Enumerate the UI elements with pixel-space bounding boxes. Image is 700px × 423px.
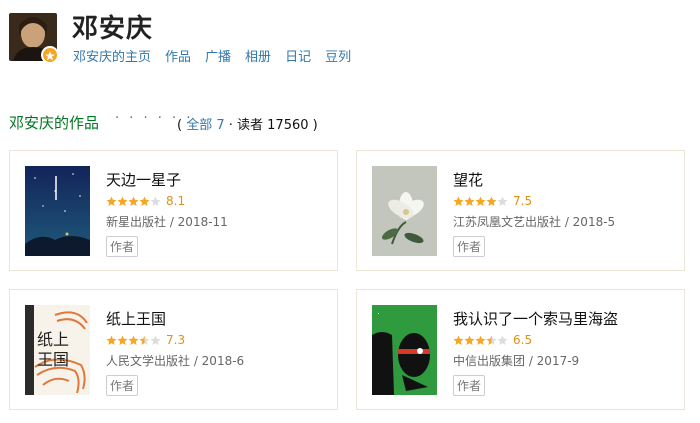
book-publisher-date: 新星出版社 / 2018-11 — [106, 215, 228, 229]
nav-homepage-link[interactable]: 邓安庆的主页 — [73, 46, 151, 65]
nav-broadcast-link[interactable]: 广播 — [205, 46, 231, 65]
paren-open: ( — [177, 118, 187, 133]
book-cover[interactable] — [372, 166, 437, 256]
rating-score: 6.5 — [513, 333, 533, 347]
works-section-title: 邓安庆的作品 — [9, 114, 100, 132]
works-summary: ( 全部 7 · 读者 17560 ) — [177, 114, 318, 133]
book-cover[interactable]: 纸上 王国 — [25, 305, 90, 395]
book-card: 望花 7.5 江苏凤凰文艺出版社 / 2018-5 作者 — [356, 150, 685, 271]
stars-icon — [453, 196, 508, 206]
role-tag: 作者 — [106, 375, 139, 396]
nav-album-link[interactable]: 相册 — [245, 46, 271, 65]
all-works-link[interactable]: 全部 7 — [186, 118, 224, 133]
book-title[interactable]: 我认识了一个索马里海盗 — [453, 308, 618, 329]
cover-title-bottom: 王国 — [37, 350, 69, 369]
rating-score: 7.3 — [166, 333, 186, 347]
star-rating: 6.5 — [453, 333, 532, 347]
book-cover[interactable] — [25, 166, 90, 256]
star-rating: 8.1 — [106, 194, 185, 208]
book-card: 纸上 王国 纸上王国 7.3 人民文学出版社 / 2018-6 作者 — [9, 289, 338, 410]
book-title[interactable]: 纸上王国 — [106, 308, 166, 329]
book-publisher-date: 人民文学出版社 / 2018-6 — [106, 354, 245, 368]
author-name: 邓安庆 — [72, 14, 154, 44]
star-rating: 7.5 — [453, 194, 532, 208]
nav-doulist-link[interactable]: 豆列 — [325, 46, 351, 65]
book-cover[interactable] — [372, 305, 437, 395]
book-title[interactable]: 望花 — [453, 169, 483, 190]
book-card: 天边一星子 8.1 新星出版社 / 2018-11 作者 — [9, 150, 338, 271]
stars-icon — [106, 196, 161, 206]
profile-nav: 邓安庆的主页 作品 广播 相册 日记 豆列 — [73, 46, 365, 65]
role-tag: 作者 — [106, 236, 139, 257]
book-publisher-date: 中信出版集团 / 2017-9 — [453, 354, 580, 368]
book-title[interactable]: 天边一星子 — [106, 169, 181, 190]
nav-works-link[interactable]: 作品 — [165, 46, 191, 65]
paren-close: ) — [308, 118, 318, 133]
role-tag: 作者 — [453, 236, 486, 257]
nav-diary-link[interactable]: 日记 — [285, 46, 311, 65]
stars-icon — [453, 335, 508, 345]
summary-separator: · — [224, 118, 238, 133]
readers-count: 读者 17560 — [237, 118, 309, 133]
stars-icon — [106, 335, 161, 345]
role-tag: 作者 — [453, 375, 486, 396]
rating-score: 8.1 — [166, 194, 186, 208]
book-card: 我认识了一个索马里海盗 6.5 中信出版集团 / 2017-9 作者 — [356, 289, 685, 410]
verified-badge-icon — [41, 46, 59, 64]
cover-title-top: 纸上 — [37, 330, 69, 349]
star-rating: 7.3 — [106, 333, 185, 347]
rating-score: 7.5 — [513, 194, 533, 208]
book-publisher-date: 江苏凤凰文艺出版社 / 2018-5 — [453, 215, 616, 229]
